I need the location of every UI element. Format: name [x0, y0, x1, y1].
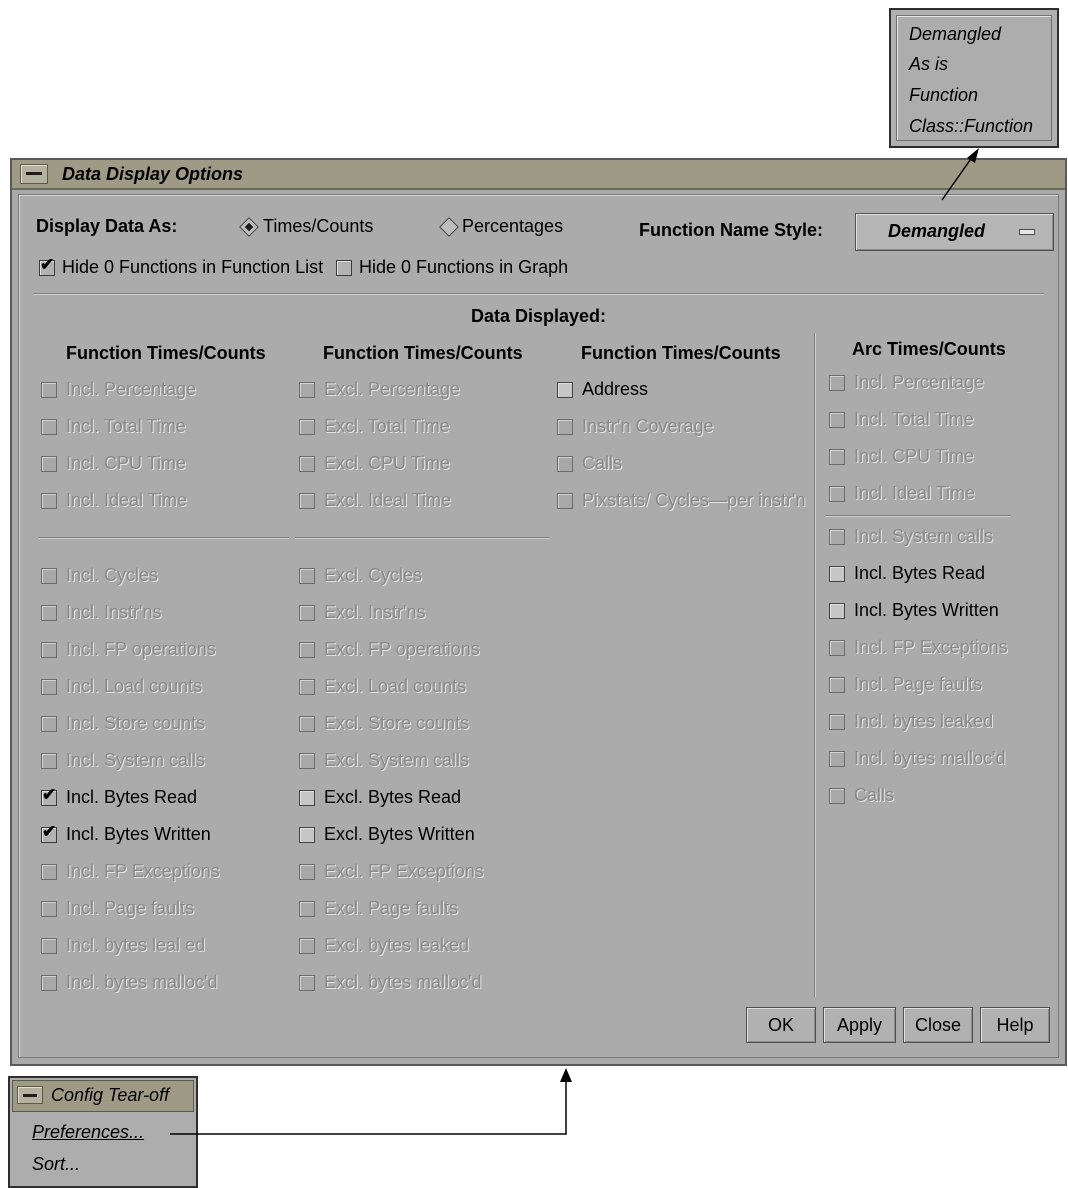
callout-arrows	[170, 148, 979, 1135]
